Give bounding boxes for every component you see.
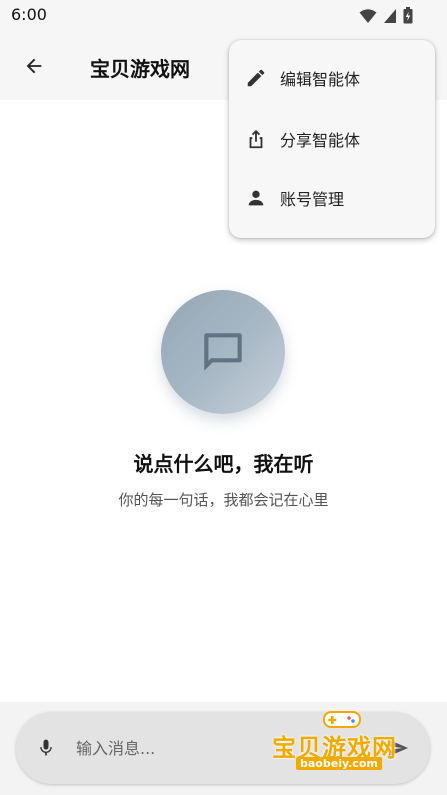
arrow-left-icon	[26, 58, 42, 74]
microphone-icon	[40, 739, 52, 756]
pencil-icon	[244, 66, 268, 90]
menu-item-share-agent[interactable]: 分享智能体	[229, 109, 435, 169]
back-button[interactable]	[16, 48, 52, 84]
empty-state-subtitle: 你的每一句话，我都会记在心里	[118, 491, 329, 509]
menu-item-edit-agent[interactable]: 编辑智能体	[229, 48, 435, 108]
empty-state-avatar	[161, 290, 285, 414]
chat-bubble-icon	[204, 333, 242, 371]
watermark: 宝贝游戏网 baobeiy.com	[270, 706, 420, 776]
battery-icon	[403, 7, 413, 24]
page-title: 宝贝游戏网	[90, 57, 190, 81]
overflow-menu: 编辑智能体 分享智能体 账号管理	[229, 40, 435, 238]
empty-state-title: 说点什么吧，我在听	[133, 452, 314, 476]
menu-item-label: 账号管理	[280, 190, 345, 209]
status-bar: 6:00	[0, 0, 447, 30]
status-time: 6:00	[11, 5, 47, 24]
gamepad-icon	[323, 711, 361, 728]
wifi-icon	[359, 8, 377, 23]
person-icon	[244, 186, 268, 210]
watermark-url: baobeiy.com	[296, 757, 382, 770]
message-input[interactable]	[76, 732, 286, 764]
share-icon	[244, 127, 268, 151]
menu-item-label: 分享智能体	[280, 131, 361, 150]
menu-item-account[interactable]: 账号管理	[229, 168, 435, 228]
menu-item-label: 编辑智能体	[280, 70, 361, 89]
screen: 6:00 宝贝游戏网 说点什么吧，我在听 你的每一句话，我都会记在心里 输入消息…	[0, 0, 447, 795]
signal-icon	[384, 8, 396, 23]
status-icons	[359, 7, 413, 24]
mic-button[interactable]	[34, 736, 58, 760]
